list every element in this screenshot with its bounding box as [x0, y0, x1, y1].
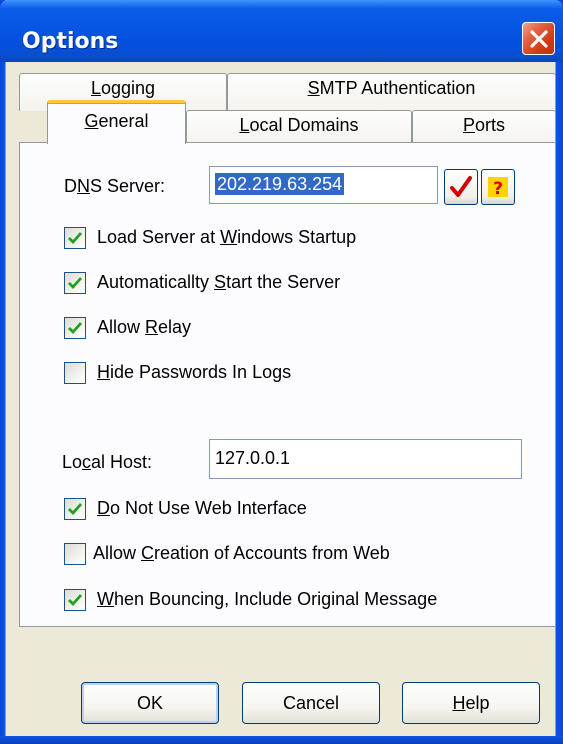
local-host-label: Local Host: [62, 452, 153, 472]
help-button-label: Help [452, 693, 490, 713]
tab-local-domains[interactable]: Local Domains [186, 110, 412, 143]
hide-passwords-label: Hide Passwords In Logs [97, 362, 292, 382]
ok-button-label: OK [136, 693, 163, 713]
general-tab-panel: DNS Server: 202.219.63.254 ? Load Server… [19, 142, 556, 627]
checkmark-icon [68, 503, 83, 516]
dns-help-button[interactable]: ? [481, 169, 515, 205]
cancel-button[interactable]: Cancel [242, 682, 380, 724]
bounce-include-original-checkbox[interactable] [64, 589, 86, 611]
tab-general-label: General [84, 111, 149, 131]
tab-ports-label: Ports [462, 115, 506, 135]
check-dns-button[interactable] [444, 169, 478, 205]
checkmark-icon [68, 322, 83, 335]
auto-start-server-label: Automaticallty Start the Server [97, 272, 341, 292]
dns-server-value: 202.219.63.254 [215, 173, 345, 195]
tab-general[interactable]: General [47, 100, 186, 144]
checkmark-icon [450, 176, 472, 197]
load-server-startup-checkbox[interactable] [64, 227, 86, 249]
title-bar[interactable]: Options [0, 0, 563, 62]
no-web-interface-checkbox[interactable] [64, 498, 86, 520]
checkmark-icon [68, 277, 83, 290]
cancel-button-label: Cancel [282, 693, 340, 713]
help-button[interactable]: Help [402, 682, 540, 724]
checkmark-icon [68, 594, 83, 607]
allow-relay-checkbox[interactable] [64, 317, 86, 339]
local-host-value: 127.0.0.1 [215, 448, 291, 468]
load-server-startup-label: Load Server at Windows Startup [97, 227, 357, 247]
hide-passwords-checkbox[interactable] [64, 362, 86, 384]
window-title: Options [22, 29, 119, 54]
close-icon [529, 29, 548, 48]
no-web-interface-label: Do Not Use Web Interface [97, 498, 307, 518]
auto-start-server-checkbox[interactable] [64, 272, 86, 294]
window-frame-bottom [0, 736, 563, 744]
close-button[interactable] [522, 22, 555, 55]
tab-logging-label: Logging [90, 78, 156, 98]
tab-smtp-authentication-label: SMTP Authentication [307, 78, 476, 98]
tab-ports[interactable]: Ports [412, 110, 556, 143]
svg-text:?: ? [493, 179, 503, 199]
bounce-include-original-label: When Bouncing, Include Original Message [97, 589, 438, 609]
question-icon: ? [488, 177, 508, 199]
ok-button[interactable]: OK [81, 682, 219, 724]
tab-local-domains-label: Local Domains [239, 115, 359, 135]
tab-smtp-authentication[interactable]: SMTP Authentication [227, 73, 556, 111]
allow-web-accounts-checkbox[interactable] [64, 543, 86, 565]
allow-web-accounts-label: Allow Creation of Accounts from Web [93, 543, 390, 563]
checkmark-icon [68, 232, 83, 245]
dns-server-input[interactable]: 202.219.63.254 [209, 166, 438, 204]
dns-server-label: DNS Server: [64, 176, 166, 196]
local-host-input[interactable]: 127.0.0.1 [209, 439, 522, 479]
allow-relay-label: Allow Relay [97, 317, 192, 337]
